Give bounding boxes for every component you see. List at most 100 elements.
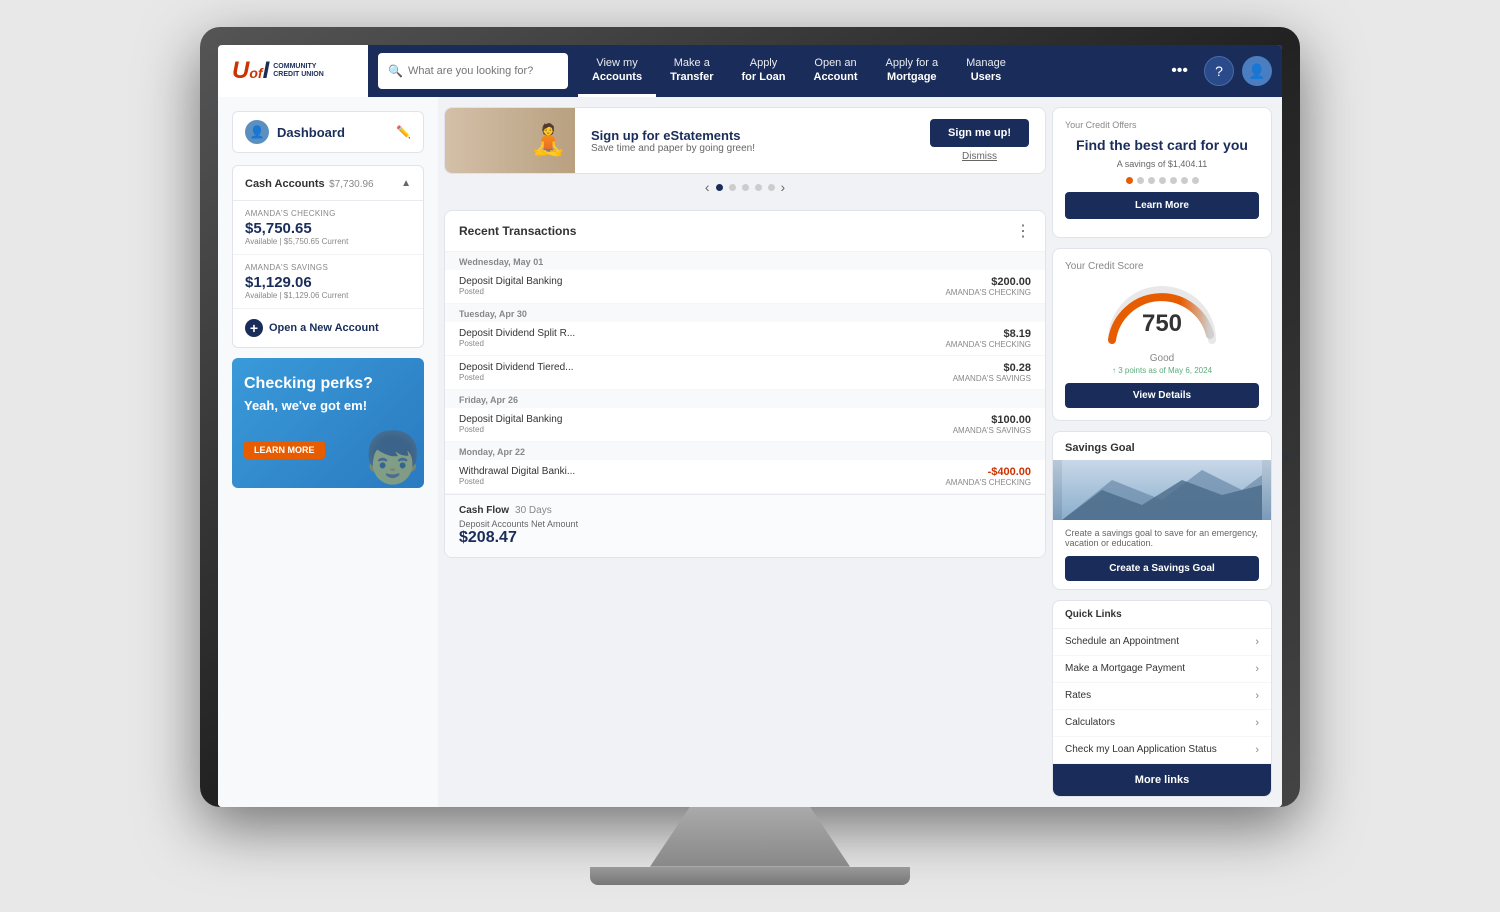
logo-text: UofI [232,57,269,85]
transaction-info: Deposit Dividend Tiered... Posted [459,362,953,382]
offer-dot-5[interactable] [1170,177,1177,184]
dismiss-link[interactable]: Dismiss [962,151,997,162]
account-available-checking: Available | $5,750.65 Current [245,237,411,246]
quick-link-schedule[interactable]: Schedule an Appointment › [1053,629,1271,656]
quick-link-arrow-icon: › [1255,690,1259,702]
view-details-button[interactable]: View Details [1065,383,1259,408]
nav-item-transfer[interactable]: Make a Transfer [656,45,727,97]
help-button[interactable]: ? [1204,56,1234,86]
transaction-row[interactable]: Deposit Dividend Split R... Posted $8.19… [445,322,1045,356]
transaction-info: Deposit Dividend Split R... Posted [459,328,945,348]
banner-card: 🧘 Sign up for eStatements Save time and … [444,107,1046,174]
account-card-checking[interactable]: AMANDA'S CHECKING $5,750.65 Available | … [233,201,423,255]
transaction-date-apr22: Monday, Apr 22 [445,442,1045,460]
cash-accounts-label: Cash Accounts [245,178,325,190]
nav-item-mortgage[interactable]: Apply for a Mortgage [872,45,953,97]
mountain-svg [1053,460,1271,520]
edit-icon[interactable]: ✏️ [396,125,411,139]
offer-dot-6[interactable] [1181,177,1188,184]
transaction-sub: Posted [459,339,945,348]
center-area: 🧘 Sign up for eStatements Save time and … [438,97,1052,806]
transaction-name: Deposit Dividend Split R... [459,328,945,339]
credit-offers-label: Your Credit Offers [1065,120,1259,130]
quick-link-loan-status[interactable]: Check my Loan Application Status › [1053,737,1271,764]
account-card-savings[interactable]: AMANDA'S SAVINGS $1,129.06 Available | $… [233,255,423,309]
banner-heading: Sign up for eStatements [591,128,898,143]
transaction-info: Deposit Digital Banking Posted [459,414,953,434]
nav-item-loan[interactable]: Apply for Loan [728,45,800,97]
nav-items: View my Accounts Make a Transfer Apply f… [578,45,1153,97]
transactions-menu-button[interactable]: ⋮ [1015,221,1031,241]
cash-accounts-title-group: Cash Accounts $7,730.96 [245,174,374,192]
quick-links-card: Quick Links Schedule an Appointment › Ma… [1052,600,1272,797]
quick-link-calculators[interactable]: Calculators › [1053,710,1271,737]
offer-dots [1065,177,1259,184]
quick-link-label: Schedule an Appointment [1065,636,1179,647]
banner-dot-2[interactable] [729,184,736,191]
offer-content: Find the best card for you A savings of … [1065,136,1259,168]
nav-more-button[interactable]: ••• [1163,58,1196,84]
transactions-card: Recent Transactions ⋮ Wednesday, May 01 … [444,210,1046,558]
credit-score-label: Your Credit Score [1065,261,1259,272]
transaction-account: AMANDA'S SAVINGS [953,426,1031,435]
offer-dot-3[interactable] [1148,177,1155,184]
transaction-sub: Posted [459,477,945,486]
transaction-row[interactable]: Deposit Digital Banking Posted $200.00 A… [445,270,1045,304]
banner-next-arrow[interactable]: › [781,179,786,195]
offer-dot-1[interactable] [1126,177,1133,184]
dashboard-title-row: 👤 Dashboard [245,120,345,144]
transaction-account: AMANDA'S CHECKING [945,478,1031,487]
quick-links-title: Quick Links [1053,601,1271,629]
transaction-name: Withdrawal Digital Banki... [459,466,945,477]
transaction-amount: $200.00 [945,276,1031,288]
quick-link-rates[interactable]: Rates › [1053,683,1271,710]
transaction-row[interactable]: Deposit Digital Banking Posted $100.00 A… [445,408,1045,442]
savings-goal-description: Create a savings goal to save for an eme… [1065,528,1259,548]
plus-circle-icon: + [245,319,263,337]
cash-accounts-header: Cash Accounts $7,730.96 ▲ [233,166,423,201]
transaction-row[interactable]: Deposit Dividend Tiered... Posted $0.28 … [445,356,1045,390]
more-links-button[interactable]: More links [1053,764,1271,796]
left-sidebar: 👤 Dashboard ✏️ Cash Accounts $7,730.96 ▲ [218,97,438,806]
banner-image: 🧘 [445,108,575,173]
nav-item-users[interactable]: Manage Users [952,45,1020,97]
cash-accounts-section: Cash Accounts $7,730.96 ▲ AMANDA'S CHECK… [232,165,424,348]
quick-link-label: Rates [1065,690,1091,701]
monitor-frame: UofI COMMUNITYCREDIT UNION 🔍 View my Acc… [200,27,1300,806]
search-area[interactable]: 🔍 [378,53,568,89]
nav-item-accounts[interactable]: View my Accounts [578,45,656,97]
nav-item-open-account[interactable]: Open an Account [800,45,872,97]
offer-dot-4[interactable] [1159,177,1166,184]
savings-goal-card: Savings Goal [1052,431,1272,590]
logo: UofI COMMUNITYCREDIT UNION [232,57,324,85]
banner-dot-3[interactable] [742,184,749,191]
offer-dot-7[interactable] [1192,177,1199,184]
user-menu-button[interactable]: 👤 [1242,56,1272,86]
banner-dot-1[interactable] [716,184,723,191]
chevron-up-icon[interactable]: ▲ [401,178,411,189]
transaction-right: $8.19 AMANDA'S CHECKING [945,328,1031,349]
transactions-header: Recent Transactions ⋮ [445,211,1045,252]
quick-link-arrow-icon: › [1255,744,1259,756]
create-savings-goal-button[interactable]: Create a Savings Goal [1065,556,1259,581]
credit-score-value: 750 [1142,310,1182,338]
logo-area: UofI COMMUNITYCREDIT UNION [218,45,368,97]
cash-flow-net-amount: $208.47 [459,529,1031,547]
sign-me-up-button[interactable]: Sign me up! [930,119,1029,147]
learn-more-button[interactable]: Learn More [1065,192,1259,219]
open-new-account-button[interactable]: + Open a New Account [233,309,423,347]
credit-score-card: Your Credit Score [1052,248,1272,421]
banner-dot-5[interactable] [768,184,775,191]
promo-learn-more-button[interactable]: LEARN MORE [244,441,325,459]
transaction-row[interactable]: Withdrawal Digital Banki... Posted -$400… [445,460,1045,494]
transaction-right: $100.00 AMANDA'S SAVINGS [953,414,1031,435]
offer-dot-2[interactable] [1137,177,1144,184]
banner-prev-arrow[interactable]: ‹ [705,179,710,195]
search-input[interactable] [408,65,558,77]
banner-subtext: Save time and paper by going green! [591,143,898,154]
transaction-amount-negative: -$400.00 [945,466,1031,478]
banner-dot-4[interactable] [755,184,762,191]
quick-link-mortgage[interactable]: Make a Mortgage Payment › [1053,656,1271,683]
right-panel: Your Credit Offers Find the best card fo… [1052,97,1282,806]
banner-footer: ‹ › [444,174,1046,200]
